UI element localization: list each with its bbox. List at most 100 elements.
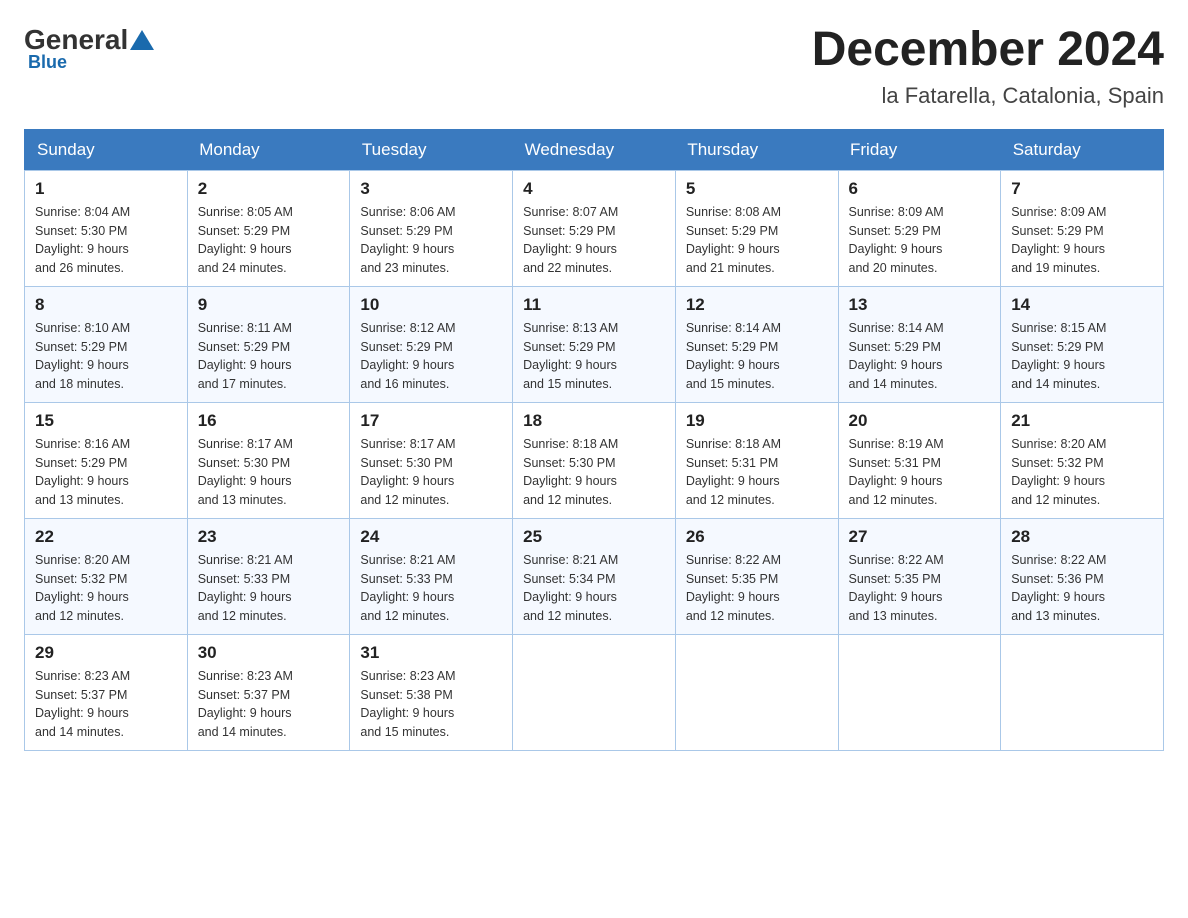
calendar-cell: 27 Sunrise: 8:22 AMSunset: 5:35 PMDayligh… (838, 518, 1001, 634)
day-info: Sunrise: 8:18 AMSunset: 5:30 PMDaylight:… (523, 435, 665, 510)
day-number: 3 (360, 179, 502, 199)
day-number: 31 (360, 643, 502, 663)
calendar-cell (513, 634, 676, 750)
day-info: Sunrise: 8:22 AMSunset: 5:35 PMDaylight:… (849, 551, 991, 626)
calendar-cell: 4 Sunrise: 8:07 AMSunset: 5:29 PMDaylight… (513, 170, 676, 286)
day-number: 26 (686, 527, 828, 547)
day-number: 9 (198, 295, 340, 315)
day-info: Sunrise: 8:15 AMSunset: 5:29 PMDaylight:… (1011, 319, 1153, 394)
calendar-cell: 16 Sunrise: 8:17 AMSunset: 5:30 PMDayligh… (187, 402, 350, 518)
day-number: 17 (360, 411, 502, 431)
calendar-cell: 30Sunrise: 8:23 AMSunset: 5:37 PMDayligh… (187, 634, 350, 750)
calendar-cell: 2Sunrise: 8:05 AMSunset: 5:29 PMDaylight… (187, 170, 350, 286)
calendar-cell: 7 Sunrise: 8:09 AMSunset: 5:29 PMDaylight… (1001, 170, 1164, 286)
day-info: Sunrise: 8:23 AMSunset: 5:37 PMDaylight:… (35, 667, 177, 742)
day-info: Sunrise: 8:12 AMSunset: 5:29 PMDaylight:… (360, 319, 502, 394)
logo: General Blue (24, 24, 156, 73)
day-number: 6 (849, 179, 991, 199)
day-number: 19 (686, 411, 828, 431)
day-info: Sunrise: 8:19 AMSunset: 5:31 PMDaylight:… (849, 435, 991, 510)
logo-blue: Blue (24, 52, 156, 73)
day-info: Sunrise: 8:22 AMSunset: 5:36 PMDaylight:… (1011, 551, 1153, 626)
day-number: 14 (1011, 295, 1153, 315)
calendar-header-row: SundayMondayTuesdayWednesdayThursdayFrid… (25, 129, 1164, 170)
calendar-cell: 24Sunrise: 8:21 AMSunset: 5:33 PMDayligh… (350, 518, 513, 634)
day-number: 30 (198, 643, 340, 663)
day-info: Sunrise: 8:14 AMSunset: 5:29 PMDaylight:… (686, 319, 828, 394)
calendar-cell: 17 Sunrise: 8:17 AMSunset: 5:30 PMDayligh… (350, 402, 513, 518)
day-info: Sunrise: 8:17 AMSunset: 5:30 PMDaylight:… (360, 435, 502, 510)
day-info: Sunrise: 8:23 AMSunset: 5:38 PMDaylight:… (360, 667, 502, 742)
day-number: 28 (1011, 527, 1153, 547)
day-number: 16 (198, 411, 340, 431)
calendar-cell: 14 Sunrise: 8:15 AMSunset: 5:29 PMDayligh… (1001, 286, 1164, 402)
day-number: 15 (35, 411, 177, 431)
day-info: Sunrise: 8:21 AMSunset: 5:33 PMDaylight:… (360, 551, 502, 626)
day-number: 25 (523, 527, 665, 547)
day-info: Sunrise: 8:21 AMSunset: 5:34 PMDaylight:… (523, 551, 665, 626)
calendar-cell: 10 Sunrise: 8:12 AMSunset: 5:29 PMDayligh… (350, 286, 513, 402)
logo-triangle-icon (130, 30, 154, 50)
calendar-cell: 8 Sunrise: 8:10 AMSunset: 5:29 PMDaylight… (25, 286, 188, 402)
day-info: Sunrise: 8:05 AMSunset: 5:29 PMDaylight:… (198, 203, 340, 278)
calendar-cell: 19Sunrise: 8:18 AMSunset: 5:31 PMDayligh… (675, 402, 838, 518)
day-info: Sunrise: 8:10 AMSunset: 5:29 PMDaylight:… (35, 319, 177, 394)
calendar-cell: 29 Sunrise: 8:23 AMSunset: 5:37 PMDayligh… (25, 634, 188, 750)
location: la Fatarella, Catalonia, Spain (812, 83, 1164, 109)
day-number: 18 (523, 411, 665, 431)
header-monday: Monday (187, 129, 350, 170)
day-info: Sunrise: 8:08 AMSunset: 5:29 PMDaylight:… (686, 203, 828, 278)
month-title: December 2024 (812, 24, 1164, 77)
calendar-cell: 1Sunrise: 8:04 AMSunset: 5:30 PMDaylight… (25, 170, 188, 286)
day-number: 8 (35, 295, 177, 315)
day-info: Sunrise: 8:09 AMSunset: 5:29 PMDaylight:… (1011, 203, 1153, 278)
calendar-cell: 26 Sunrise: 8:22 AMSunset: 5:35 PMDayligh… (675, 518, 838, 634)
calendar-cell: 5 Sunrise: 8:08 AMSunset: 5:29 PMDaylight… (675, 170, 838, 286)
day-info: Sunrise: 8:22 AMSunset: 5:35 PMDaylight:… (686, 551, 828, 626)
calendar-cell: 13 Sunrise: 8:14 AMSunset: 5:29 PMDayligh… (838, 286, 1001, 402)
calendar-cell (1001, 634, 1164, 750)
week-row-1: 1Sunrise: 8:04 AMSunset: 5:30 PMDaylight… (25, 170, 1164, 286)
calendar-cell: 15Sunrise: 8:16 AMSunset: 5:29 PMDayligh… (25, 402, 188, 518)
day-number: 4 (523, 179, 665, 199)
calendar-cell: 28 Sunrise: 8:22 AMSunset: 5:36 PMDayligh… (1001, 518, 1164, 634)
day-number: 29 (35, 643, 177, 663)
title-section: December 2024 la Fatarella, Catalonia, S… (812, 24, 1164, 109)
header-thursday: Thursday (675, 129, 838, 170)
week-row-4: 22 Sunrise: 8:20 AMSunset: 5:32 PMDayligh… (25, 518, 1164, 634)
calendar-cell: 22 Sunrise: 8:20 AMSunset: 5:32 PMDayligh… (25, 518, 188, 634)
day-number: 13 (849, 295, 991, 315)
day-info: Sunrise: 8:07 AMSunset: 5:29 PMDaylight:… (523, 203, 665, 278)
calendar-cell: 6 Sunrise: 8:09 AMSunset: 5:29 PMDaylight… (838, 170, 1001, 286)
calendar-cell: 23 Sunrise: 8:21 AMSunset: 5:33 PMDayligh… (187, 518, 350, 634)
day-number: 22 (35, 527, 177, 547)
week-row-5: 29 Sunrise: 8:23 AMSunset: 5:37 PMDayligh… (25, 634, 1164, 750)
day-info: Sunrise: 8:09 AMSunset: 5:29 PMDaylight:… (849, 203, 991, 278)
calendar-cell: 20 Sunrise: 8:19 AMSunset: 5:31 PMDayligh… (838, 402, 1001, 518)
calendar-cell: 12 Sunrise: 8:14 AMSunset: 5:29 PMDayligh… (675, 286, 838, 402)
week-row-3: 15Sunrise: 8:16 AMSunset: 5:29 PMDayligh… (25, 402, 1164, 518)
page-header: General Blue December 2024 la Fatarella,… (24, 24, 1164, 109)
week-row-2: 8 Sunrise: 8:10 AMSunset: 5:29 PMDaylight… (25, 286, 1164, 402)
day-number: 5 (686, 179, 828, 199)
day-number: 10 (360, 295, 502, 315)
day-info: Sunrise: 8:14 AMSunset: 5:29 PMDaylight:… (849, 319, 991, 394)
day-number: 12 (686, 295, 828, 315)
header-wednesday: Wednesday (513, 129, 676, 170)
calendar-cell: 11Sunrise: 8:13 AMSunset: 5:29 PMDayligh… (513, 286, 676, 402)
header-tuesday: Tuesday (350, 129, 513, 170)
header-saturday: Saturday (1001, 129, 1164, 170)
day-number: 7 (1011, 179, 1153, 199)
day-info: Sunrise: 8:20 AMSunset: 5:32 PMDaylight:… (1011, 435, 1153, 510)
calendar-cell: 25 Sunrise: 8:21 AMSunset: 5:34 PMDayligh… (513, 518, 676, 634)
calendar-cell: 9Sunrise: 8:11 AMSunset: 5:29 PMDaylight… (187, 286, 350, 402)
header-friday: Friday (838, 129, 1001, 170)
day-info: Sunrise: 8:17 AMSunset: 5:30 PMDaylight:… (198, 435, 340, 510)
day-info: Sunrise: 8:20 AMSunset: 5:32 PMDaylight:… (35, 551, 177, 626)
day-number: 11 (523, 295, 665, 315)
day-number: 23 (198, 527, 340, 547)
day-number: 20 (849, 411, 991, 431)
day-number: 27 (849, 527, 991, 547)
calendar-cell: 31 Sunrise: 8:23 AMSunset: 5:38 PMDayligh… (350, 634, 513, 750)
day-info: Sunrise: 8:21 AMSunset: 5:33 PMDaylight:… (198, 551, 340, 626)
